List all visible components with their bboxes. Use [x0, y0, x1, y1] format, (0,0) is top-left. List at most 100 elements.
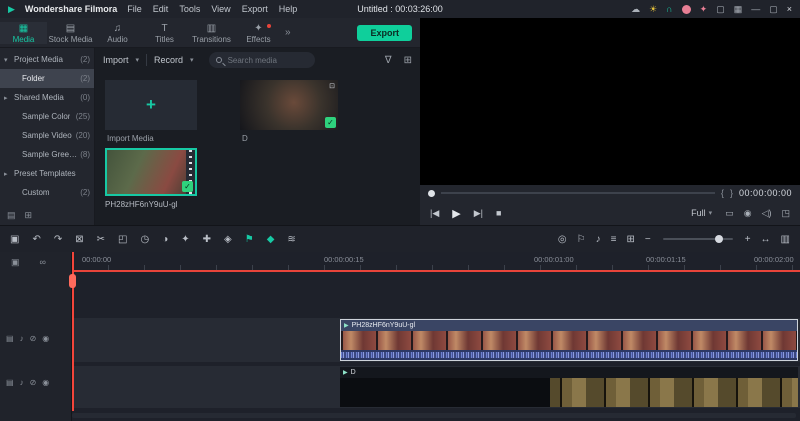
add-icon[interactable]: ✚ — [203, 234, 211, 245]
import-dropdown[interactable]: Import — [103, 55, 129, 65]
filter-icon[interactable]: ∇ — [385, 55, 392, 66]
timeline-clip-video[interactable]: ▶ PH28zHF6nY9uU-gl — [340, 319, 798, 361]
track-menu-icon[interactable]: ▤ — [6, 378, 14, 387]
eye-icon[interactable]: ◉ — [42, 378, 49, 387]
media-manage-icon[interactable]: ▣ — [10, 234, 19, 245]
crop-icon[interactable]: ◰ — [118, 234, 127, 245]
search-input[interactable] — [225, 54, 302, 66]
quality-dropdown[interactable]: Full ▾ — [691, 208, 712, 218]
import-media-tile[interactable]: + — [105, 80, 197, 130]
layers-icon[interactable]: ▣ — [11, 257, 20, 268]
media-thumbnail-d[interactable]: ⊡ ✓ — [240, 80, 338, 130]
menu-export[interactable]: Export — [242, 4, 268, 14]
sidebar-item-custom[interactable]: Custom (2) — [0, 183, 94, 202]
sidebar-item-sample-color[interactable]: Sample Color (25) — [0, 107, 94, 126]
mark-out-icon[interactable]: } — [730, 188, 733, 198]
eye-icon[interactable]: ◉ — [42, 334, 49, 343]
headset-icon[interactable]: ∩ — [666, 4, 672, 14]
grid-view-icon[interactable]: ⊞ — [404, 55, 412, 66]
tab-audio[interactable]: ♫ Audio — [94, 22, 141, 44]
panel-layout-icon[interactable]: ▥ — [781, 234, 790, 245]
close-button[interactable]: × — [787, 4, 792, 14]
export-button[interactable]: Export — [357, 24, 412, 41]
keyframe-icon[interactable]: ◆ — [267, 234, 275, 245]
mark-in-icon[interactable]: { — [721, 188, 724, 198]
undo-icon[interactable]: ↶ — [32, 234, 40, 245]
stop-button[interactable]: ■ — [496, 208, 501, 218]
color-icon[interactable]: ◑ — [162, 234, 168, 245]
snapshot-icon[interactable]: ◉ — [744, 208, 752, 219]
chevron-down-icon[interactable]: ▾ — [190, 56, 194, 64]
video-track-2[interactable]: ▶ D — [72, 366, 800, 408]
zoom-in-icon[interactable]: + — [745, 234, 751, 245]
timeline-clip-d[interactable]: ▶ D — [340, 367, 798, 407]
speaker-icon[interactable]: ◁) — [762, 208, 772, 219]
tab-effects[interactable]: ✦ Effects — [235, 22, 282, 44]
zoom-slider-handle[interactable] — [714, 235, 723, 243]
gift-icon[interactable]: ✦ — [700, 4, 708, 15]
redo-icon[interactable]: ↷ — [54, 234, 62, 245]
track-list-icon[interactable]: ≡ — [611, 234, 617, 245]
new-folder-icon[interactable]: ▤ — [7, 210, 16, 221]
menu-edit[interactable]: Edit — [153, 4, 169, 14]
fullscreen-icon[interactable]: ◳ — [781, 208, 790, 219]
minimize-button[interactable]: — — [751, 4, 760, 14]
tab-transitions[interactable]: ▥ Transitions — [188, 22, 235, 44]
play-button[interactable]: ▶ — [452, 207, 460, 220]
mask-icon[interactable]: ◈ — [224, 234, 232, 245]
mute-icon[interactable]: ♪ — [20, 378, 24, 387]
sidebar-item-project-media[interactable]: ▾ Project Media (2) — [0, 50, 94, 69]
lightbulb-icon[interactable]: ☀ — [649, 4, 657, 15]
tab-media[interactable]: ▦ Media — [0, 21, 47, 44]
layout-icon[interactable]: ▦ — [734, 4, 743, 15]
menu-view[interactable]: View — [211, 4, 230, 14]
sidebar-item-shared-media[interactable]: ▸ Shared Media (0) — [0, 88, 94, 107]
previous-frame-button[interactable]: |◀ — [430, 208, 439, 219]
tab-titles[interactable]: T Titles — [141, 22, 188, 44]
playhead-handle[interactable] — [69, 274, 76, 288]
audio-mixer-icon[interactable]: ≋ — [287, 234, 295, 245]
sidebar-item-preset-templates[interactable]: ▸ Preset Templates — [0, 164, 94, 183]
track-grid-icon[interactable]: ⊞ — [626, 234, 634, 245]
effects-icon[interactable]: ✦ — [181, 234, 189, 245]
voiceover-icon[interactable]: ♪ — [596, 234, 601, 245]
link-icon[interactable]: ∞ — [40, 257, 46, 268]
menu-file[interactable]: File — [127, 4, 142, 14]
display-icon[interactable]: ▭ — [725, 208, 734, 219]
timeline-ruler[interactable]: 00:00:00 00:00:00:15 00:00:01:00 00:00:0… — [72, 252, 800, 270]
device-icon[interactable]: ▢ — [716, 4, 725, 15]
zoom-slider[interactable] — [662, 235, 733, 243]
split-icon[interactable]: ✂ — [97, 234, 105, 245]
lock-icon[interactable]: ⊘ — [30, 334, 37, 343]
marker-icon[interactable]: ⚑ — [245, 234, 254, 245]
scrub-track[interactable] — [441, 192, 715, 194]
user-avatar[interactable] — [681, 4, 691, 14]
scrub-handle[interactable] — [428, 189, 435, 197]
collection-icon[interactable]: ⊞ — [25, 210, 33, 221]
sidebar-item-sample-video[interactable]: Sample Video (20) — [0, 126, 94, 145]
zoom-out-icon[interactable]: − — [645, 234, 651, 245]
cloud-icon[interactable]: ☁ — [631, 4, 640, 15]
chevron-down-icon[interactable]: ▾ — [136, 56, 140, 64]
sidebar-item-folder[interactable]: Folder (2) — [0, 69, 94, 88]
media-thumbnail-selected[interactable]: ✓ — [105, 148, 197, 196]
lock-icon[interactable]: ⊘ — [30, 378, 37, 387]
timeline-scrollbar[interactable] — [72, 413, 796, 418]
record-dropdown[interactable]: Record — [154, 55, 183, 65]
sidebar-item-sample-green-screen[interactable]: Sample Green Screen (8) — [0, 145, 94, 164]
maximize-button[interactable]: ▢ — [769, 4, 778, 15]
delete-icon[interactable]: ⊠ — [75, 234, 83, 245]
next-frame-button[interactable]: ▶| — [474, 208, 483, 219]
render-preview-icon[interactable]: ◎ — [558, 234, 567, 245]
speed-icon[interactable]: ◷ — [140, 234, 149, 245]
mute-icon[interactable]: ♪ — [20, 334, 24, 343]
more-tabs-icon[interactable]: » — [285, 27, 291, 38]
track-menu-icon[interactable]: ▤ — [6, 334, 14, 343]
flag-icon[interactable]: ⚐ — [577, 234, 586, 245]
preview-screen[interactable] — [420, 18, 800, 185]
menu-tools[interactable]: Tools — [179, 4, 200, 14]
video-track-1[interactable]: ▶ PH28zHF6nY9uU-gl — [72, 318, 800, 362]
fit-timeline-icon[interactable]: ↔ — [761, 234, 771, 245]
tab-stock-media[interactable]: ▤ Stock Media — [47, 22, 94, 44]
menu-help[interactable]: Help — [279, 4, 298, 14]
